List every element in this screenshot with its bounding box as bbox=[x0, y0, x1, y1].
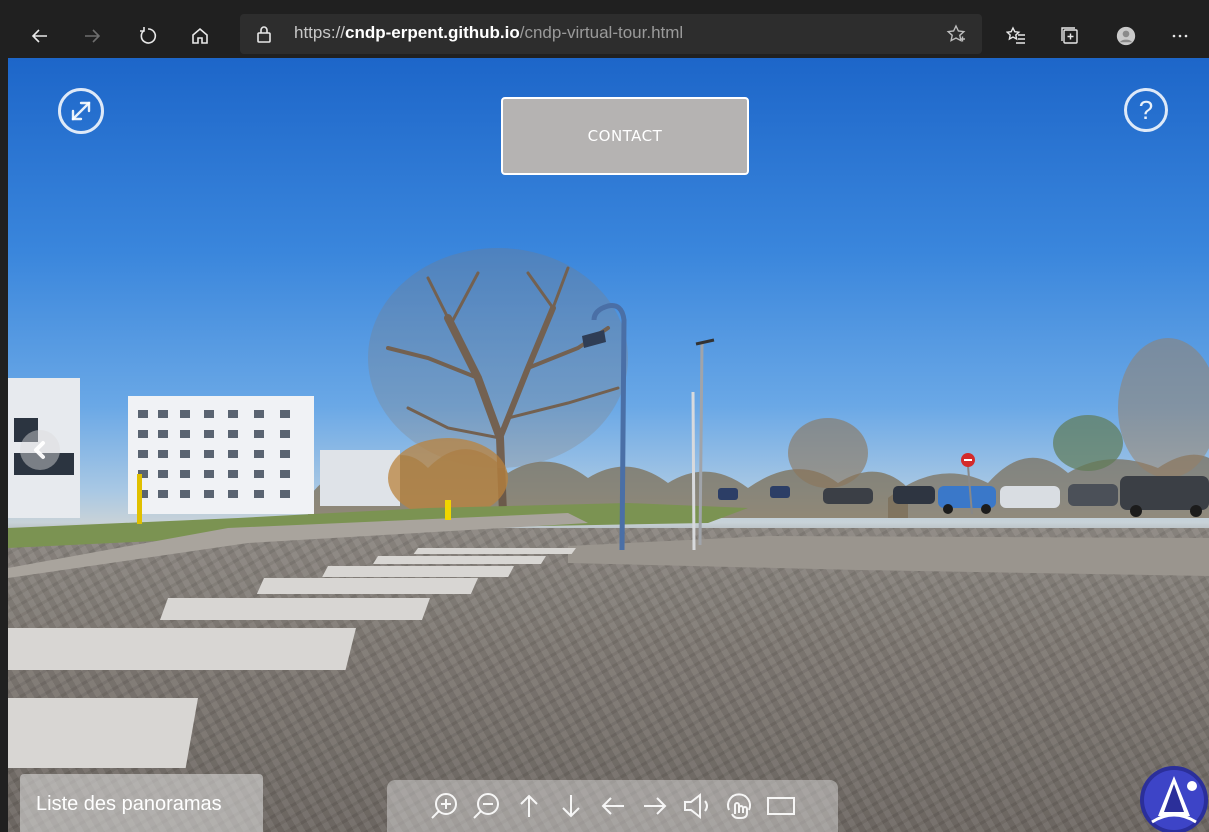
address-bar[interactable]: https://cndp-erpent.github.io/cndp-virtu… bbox=[240, 14, 982, 54]
panorama-list-button[interactable]: Liste des panoramas bbox=[20, 774, 263, 832]
sound-icon bbox=[683, 792, 708, 820]
move-right-button[interactable] bbox=[636, 787, 674, 825]
previous-panorama-button[interactable] bbox=[20, 430, 60, 470]
crosswalk-stripe bbox=[256, 578, 478, 594]
arrow-right-icon bbox=[643, 797, 666, 815]
profile-avatar-icon[interactable] bbox=[1110, 20, 1142, 52]
zoom-in-button[interactable] bbox=[426, 787, 464, 825]
viewer-controlbar bbox=[387, 780, 838, 832]
panorama-viewer[interactable]: CONTACT ? Liste des panoramas bbox=[8, 58, 1209, 832]
chevron-left-icon bbox=[34, 441, 45, 459]
institution-logo[interactable] bbox=[1138, 764, 1209, 832]
url-text[interactable]: https://cndp-erpent.github.io/cndp-virtu… bbox=[294, 23, 683, 43]
zoom-out-icon bbox=[472, 793, 499, 819]
forward-icon[interactable] bbox=[76, 20, 108, 52]
sound-button[interactable] bbox=[678, 787, 716, 825]
expand-icon bbox=[71, 101, 91, 121]
arrow-down-icon bbox=[561, 795, 580, 818]
more-icon[interactable] bbox=[1164, 20, 1196, 52]
autorotate-icon bbox=[726, 793, 751, 819]
screen-button[interactable] bbox=[762, 787, 800, 825]
help-button[interactable]: ? bbox=[1124, 88, 1168, 132]
crosswalk-stripe bbox=[159, 598, 430, 620]
fullscreen-button[interactable] bbox=[58, 88, 104, 134]
autorotate-button[interactable] bbox=[720, 787, 758, 825]
collections-icon[interactable] bbox=[1054, 20, 1086, 52]
crosswalk-stripe bbox=[322, 566, 514, 577]
move-down-button[interactable] bbox=[552, 787, 590, 825]
lock-icon[interactable] bbox=[254, 24, 274, 44]
crosswalk-stripe bbox=[413, 548, 576, 554]
crosswalk-stripe bbox=[8, 698, 199, 768]
arrow-up-icon bbox=[519, 794, 538, 817]
zoom-out-button[interactable] bbox=[468, 787, 506, 825]
crosswalk-stripe bbox=[373, 556, 546, 564]
contact-button[interactable]: CONTACT bbox=[501, 97, 749, 175]
url-path: /cndp-virtual-tour.html bbox=[519, 23, 684, 42]
arrow-left-icon bbox=[601, 797, 624, 815]
screen-icon bbox=[766, 797, 795, 815]
zoom-in-icon bbox=[430, 793, 457, 819]
favorite-star-icon[interactable] bbox=[946, 24, 966, 44]
url-protocol: https:// bbox=[294, 23, 346, 42]
home-icon[interactable] bbox=[184, 20, 216, 52]
favorites-list-icon[interactable] bbox=[1000, 20, 1032, 52]
crosswalk-stripe bbox=[8, 628, 356, 670]
move-up-button[interactable] bbox=[510, 787, 548, 825]
refresh-icon[interactable] bbox=[132, 20, 164, 52]
url-host: cndp-erpent.github.io bbox=[345, 23, 520, 42]
back-icon[interactable] bbox=[24, 20, 56, 52]
move-left-button[interactable] bbox=[594, 787, 632, 825]
